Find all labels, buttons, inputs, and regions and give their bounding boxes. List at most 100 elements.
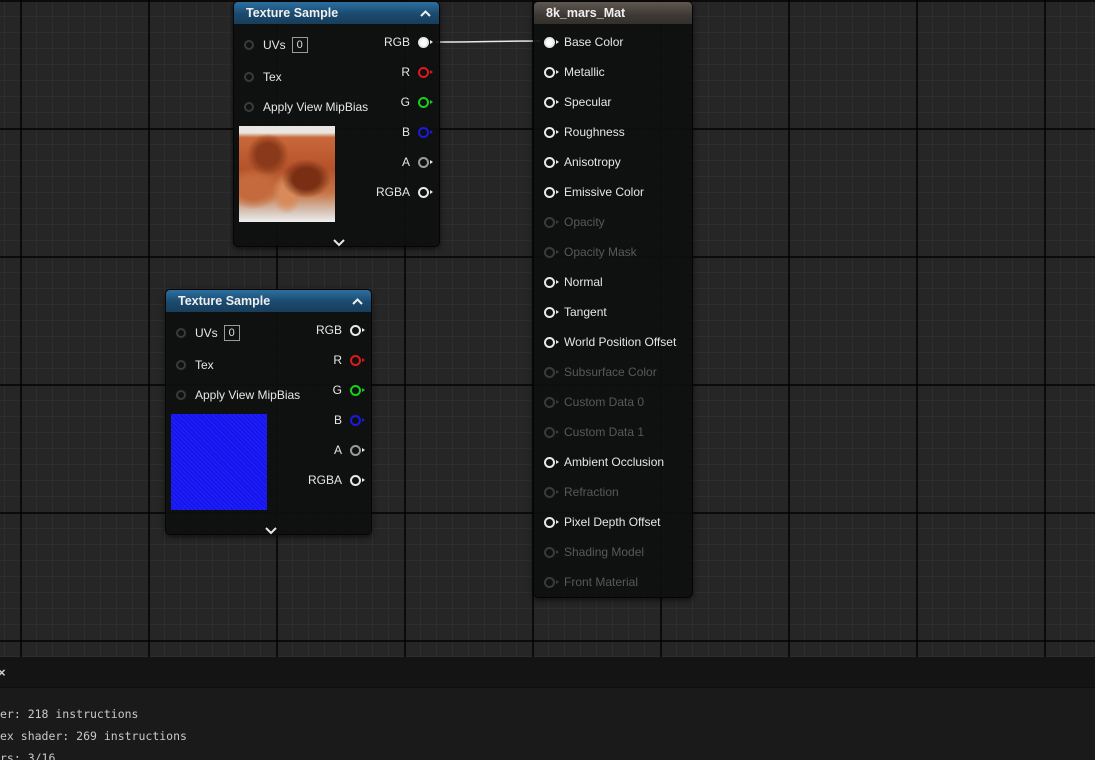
pin-circle-icon[interactable] [418, 36, 433, 48]
pin-circle-icon[interactable] [418, 156, 433, 168]
pin-circle-icon[interactable] [544, 516, 559, 528]
pin-label: Pixel Depth Offset [564, 515, 661, 529]
chevron-down-icon[interactable] [332, 234, 346, 247]
pin-circle-icon[interactable] [418, 126, 433, 138]
pin-circle-icon[interactable] [544, 306, 559, 318]
output-pin-g[interactable]: G [401, 92, 433, 112]
output-pin-rgba[interactable]: RGBA [376, 182, 433, 202]
pin-circle-icon [544, 246, 559, 258]
input-pin-specular[interactable]: Specular [544, 92, 611, 112]
input-pin-uvs[interactable]: UVs 0 [244, 35, 308, 55]
stats-panel: × er: 218 instructions ex shader: 269 in… [0, 657, 1095, 760]
pin-label: A [333, 443, 342, 457]
input-pin-custom-data-1: Custom Data 1 [544, 422, 644, 442]
pin-label: B [401, 125, 410, 139]
input-pin-tangent[interactable]: Tangent [544, 302, 607, 322]
pin-circle-icon[interactable] [544, 456, 559, 468]
output-pin-g[interactable]: G [333, 380, 365, 400]
pin-label: Normal [564, 275, 603, 289]
input-pin-opacity: Opacity [544, 212, 605, 232]
pin-circle-icon[interactable] [544, 186, 559, 198]
pin-label: Ambient Occlusion [564, 455, 665, 469]
pin-circle-icon[interactable] [418, 96, 433, 108]
pin-circle-icon[interactable] [244, 40, 254, 50]
texture-sample-node-2-header[interactable]: Texture Sample [166, 290, 371, 312]
pin-label: Opacity [564, 215, 605, 229]
input-pin-ambient-occlusion[interactable]: Ambient Occlusion [544, 452, 664, 472]
output-pin-r[interactable]: R [333, 350, 365, 370]
output-pin-a[interactable]: A [333, 440, 365, 460]
input-pin-base-color[interactable]: Base Color [544, 32, 623, 52]
output-pin-r[interactable]: R [401, 62, 433, 82]
input-pin-world-position-offset[interactable]: World Position Offset [544, 332, 676, 352]
input-pin-refraction: Refraction [544, 482, 619, 502]
texture-sample-node-1-header[interactable]: Texture Sample [234, 2, 439, 24]
pin-label: Specular [564, 95, 612, 109]
pin-circle-icon[interactable] [350, 354, 365, 366]
input-pin-anisotropy[interactable]: Anisotropy [544, 152, 621, 172]
pin-circle-icon[interactable] [244, 72, 254, 82]
pin-label: B [333, 413, 342, 427]
input-pin-pixel-depth-offset[interactable]: Pixel Depth Offset [544, 512, 661, 532]
texture-sample-node-1[interactable]: Texture Sample UVs 0 Tex Apply View MipB… [233, 1, 440, 247]
pin-circle-icon[interactable] [176, 328, 186, 338]
pin-circle-icon[interactable] [418, 186, 433, 198]
input-pin-emissive-color[interactable]: Emissive Color [544, 182, 644, 202]
close-icon[interactable]: × [0, 665, 6, 680]
pin-circle-icon[interactable] [544, 126, 559, 138]
material-result-node[interactable]: 8k_mars_Mat Base Color Metallic Specular… [533, 1, 693, 598]
pin-circle-icon[interactable] [544, 36, 559, 48]
pin-circle-icon[interactable] [244, 102, 254, 112]
output-pin-a[interactable]: A [402, 152, 433, 172]
pin-label: Base Color [564, 35, 624, 49]
input-pin-apply-view-mipbias[interactable]: Apply View MipBias [244, 97, 368, 117]
stats-panel-tabbar: × [0, 657, 1095, 688]
pin-circle-icon [544, 396, 559, 408]
node-title: Texture Sample [246, 6, 339, 20]
pin-label: UVs [195, 326, 218, 340]
uvs-value-field[interactable]: 0 [223, 325, 240, 341]
pin-circle-icon[interactable] [350, 384, 365, 396]
chevron-down-icon[interactable] [264, 522, 278, 535]
pin-circle-icon[interactable] [544, 156, 559, 168]
material-node-header[interactable]: 8k_mars_Mat [534, 2, 692, 24]
output-pin-rgb[interactable]: RGB [384, 32, 433, 52]
input-pin-subsurface-color: Subsurface Color [544, 362, 657, 382]
pin-circle-icon[interactable] [350, 444, 365, 456]
pin-label: R [401, 65, 410, 79]
pin-circle-icon[interactable] [544, 96, 559, 108]
pin-label: Refraction [564, 485, 619, 499]
input-pin-apply-view-mipbias[interactable]: Apply View MipBias [176, 385, 300, 405]
collapse-up-icon[interactable] [419, 7, 431, 19]
pin-circle-icon[interactable] [176, 390, 186, 400]
pin-circle-icon[interactable] [418, 66, 433, 78]
input-pin-tex[interactable]: Tex [176, 355, 214, 375]
input-pin-metallic[interactable]: Metallic [544, 62, 605, 82]
texture-sample-node-2[interactable]: Texture Sample UVs 0 Tex Apply View MipB… [165, 289, 372, 535]
input-pin-uvs[interactable]: UVs 0 [176, 323, 240, 343]
input-pin-tex[interactable]: Tex [244, 67, 282, 87]
pin-label: Front Material [564, 575, 639, 589]
pin-circle-icon[interactable] [544, 66, 559, 78]
output-pin-b[interactable]: B [333, 410, 365, 430]
pin-label: Shading Model [564, 545, 645, 559]
material-graph-canvas[interactable]: Texture Sample UVs 0 Tex Apply View MipB… [0, 0, 1095, 657]
pin-label: Subsurface Color [564, 365, 657, 379]
pin-circle-icon[interactable] [350, 324, 365, 336]
pin-circle-icon[interactable] [176, 360, 186, 370]
output-pin-b[interactable]: B [401, 122, 433, 142]
output-pin-rgb[interactable]: RGB [316, 320, 365, 340]
pin-label: Roughness [564, 125, 625, 139]
pin-label: Anisotropy [564, 155, 621, 169]
input-pin-opacity-mask: Opacity Mask [544, 242, 637, 262]
pin-circle-icon[interactable] [544, 336, 559, 348]
pin-circle-icon[interactable] [544, 276, 559, 288]
collapse-up-icon[interactable] [351, 295, 363, 307]
input-pin-normal[interactable]: Normal [544, 272, 603, 292]
output-pin-rgba[interactable]: RGBA [308, 470, 365, 490]
uvs-value-field[interactable]: 0 [291, 37, 308, 53]
pin-label: Apply View MipBias [195, 388, 301, 402]
pin-circle-icon[interactable] [350, 414, 365, 426]
input-pin-roughness[interactable]: Roughness [544, 122, 625, 142]
pin-circle-icon[interactable] [350, 474, 365, 486]
